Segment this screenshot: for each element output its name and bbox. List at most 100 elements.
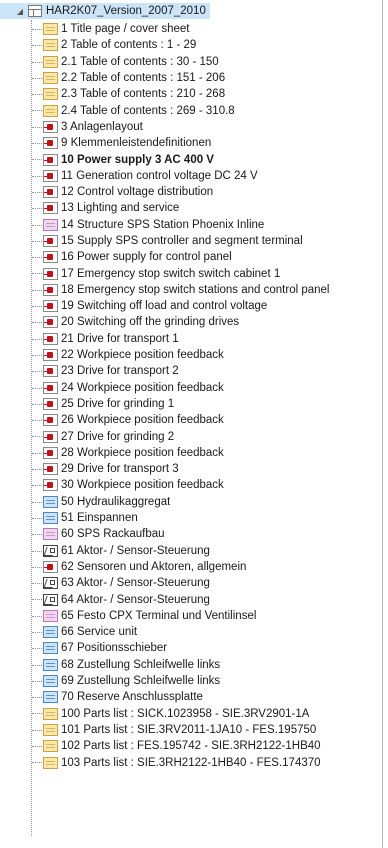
tree-item-label: 17 Emergency stop switch switch cabinet …	[61, 267, 281, 280]
tree-item[interactable]: 21 Drive for transport 1	[0, 331, 382, 347]
tree-root-label: HAR2K07_Version_2007_2010	[46, 5, 206, 17]
tree-item-label: 100 Parts list : SICK.1023958 - SIE.3RV2…	[61, 707, 310, 720]
tree-item-label: 70 Reserve Anschlussplatte	[61, 691, 203, 704]
tree-item[interactable]: 66 Service unit	[0, 624, 382, 640]
tree-branch-line	[32, 713, 42, 715]
schematic-page-icon	[43, 300, 58, 313]
tree-item-label: 2.4 Table of contents : 269 - 310.8	[61, 104, 235, 117]
tree-item[interactable]: 25 Drive for grinding 1	[0, 396, 382, 412]
tree-branch-line	[32, 485, 42, 487]
tree-item-label: 27 Drive for grinding 2	[61, 430, 175, 443]
schematic-page-icon	[43, 120, 58, 133]
tree-item-label: 65 Festo CPX Terminal und Ventilinsel	[61, 609, 257, 622]
tree-item[interactable]: 2.3 Table of contents : 210 - 268	[0, 86, 382, 102]
tree-branch-line	[32, 338, 42, 340]
tree-item[interactable]: 11 Generation control voltage DC 24 V	[0, 168, 382, 184]
tree-item[interactable]: 103 Parts list : SIE.3RH2122-1HB40 - FES…	[0, 754, 382, 770]
tree-item-label: 25 Drive for grinding 1	[61, 397, 175, 410]
tree-item[interactable]: 30 Workpiece position feedback	[0, 477, 382, 493]
schematic-page-icon	[43, 235, 58, 247]
tree-branch-line	[32, 631, 42, 633]
tree-item-label: 69 Zustellung Schleifwelle links	[61, 675, 221, 688]
tree-item[interactable]: 2.1 Table of contents : 30 - 150	[0, 54, 382, 70]
tree-item[interactable]: 3 Anlagenlayout	[0, 119, 382, 135]
tree-item[interactable]: 10 Power supply 3 AC 400 V	[0, 151, 382, 167]
graphic-page-icon	[43, 544, 58, 557]
tree-item[interactable]: 15 Supply SPS controller and segment ter…	[0, 233, 382, 249]
tree-item[interactable]: 100 Parts list : SICK.1023958 - SIE.3RV2…	[0, 705, 382, 721]
schematic-page-icon	[43, 560, 58, 573]
collapse-chevron-icon[interactable]: ◢	[14, 3, 26, 19]
tree-item-label: 26 Workpiece position feedback	[61, 414, 224, 427]
blue-page-icon	[43, 626, 58, 639]
yellow-page-icon	[43, 723, 58, 736]
tree-branch-line	[32, 501, 42, 503]
tree-item[interactable]: 68 Zustellung Schleifwelle links	[0, 657, 382, 673]
tree-item[interactable]: 16 Power supply for control panel	[0, 249, 382, 265]
tree-item[interactable]: 12 Control voltage distribution	[0, 184, 382, 200]
tree-item[interactable]: 50 Hydraulikaggregat	[0, 494, 382, 510]
tree-item[interactable]: 64 Aktor- / Sensor-Steuerung	[0, 591, 382, 607]
tree-item-label: 9 Klemmenleistendefinitionen	[61, 137, 212, 150]
tree-item-label: 22 Workpiece position feedback	[61, 349, 224, 362]
tree-item[interactable]: 18 Emergency stop switch stations and co…	[0, 282, 382, 298]
tree-item[interactable]: 23 Drive for transport 2	[0, 363, 382, 379]
tree-item[interactable]: 61 Aktor- / Sensor-Steuerung	[0, 543, 382, 559]
tree-item[interactable]: 2 Table of contents : 1 - 29	[0, 37, 382, 53]
tree-item[interactable]: 2.4 Table of contents : 269 - 310.8	[0, 102, 382, 118]
schematic-page-icon	[43, 446, 58, 459]
tree-item[interactable]: 26 Workpiece position feedback	[0, 412, 382, 428]
schematic-page-icon	[43, 316, 58, 329]
tree-branch-line	[32, 762, 42, 764]
schematic-page-icon	[43, 332, 58, 345]
tree-item-label: 24 Workpiece position feedback	[61, 381, 224, 394]
tree-item-label: 2.2 Table of contents : 151 - 206	[61, 72, 226, 85]
schematic-page-icon	[43, 349, 58, 362]
graphic-page-icon	[43, 593, 58, 606]
tree-item-label: 67 Positionsschieber	[61, 642, 168, 655]
tree-item[interactable]: 24 Workpiece position feedback	[0, 380, 382, 396]
tree-item-label: 51 Einspannen	[61, 512, 138, 525]
schematic-page-icon	[43, 463, 58, 476]
tree-item[interactable]: 27 Drive for grinding 2	[0, 428, 382, 444]
tree-item[interactable]: 22 Workpiece position feedback	[0, 347, 382, 363]
tree-item[interactable]: 102 Parts list : FES.195742 - SIE.3RH212…	[0, 738, 382, 754]
tree-branch-line	[32, 680, 42, 682]
tree-branch-line	[32, 354, 42, 356]
tree-item-label: 1 Title page / cover sheet	[61, 23, 190, 36]
tree-branch-line	[32, 387, 42, 389]
tree-item[interactable]: 62 Sensoren und Aktoren, allgemein	[0, 559, 382, 575]
schematic-page-icon	[43, 169, 58, 182]
tree-item-label: 61 Aktor- / Sensor-Steuerung	[61, 544, 210, 557]
tree-item[interactable]: 67 Positionsschieber	[0, 640, 382, 656]
tree-item[interactable]: 2.2 Table of contents : 151 - 206	[0, 70, 382, 86]
tree-item[interactable]: 29 Drive for transport 3	[0, 461, 382, 477]
tree-item-label: 30 Workpiece position feedback	[61, 479, 224, 492]
tree-item[interactable]: 28 Workpiece position feedback	[0, 445, 382, 461]
tree-item[interactable]: 19 Switching off load and control voltag…	[0, 298, 382, 314]
tree-item[interactable]: 1 Title page / cover sheet	[0, 21, 382, 37]
tree-root-project[interactable]: ◢ HAR2K07_Version_2007_2010	[0, 3, 210, 19]
tree-item[interactable]: 63 Aktor- / Sensor-Steuerung	[0, 575, 382, 591]
schematic-page-icon	[43, 267, 58, 280]
tree-branch-line	[32, 175, 42, 177]
tree-branch-line	[32, 550, 42, 552]
tree-item[interactable]: 13 Lighting and service	[0, 200, 382, 216]
tree-item-label: 10 Power supply 3 AC 400 V	[61, 153, 214, 166]
tree-item[interactable]: 70 Reserve Anschlussplatte	[0, 689, 382, 705]
tree-item[interactable]: 101 Parts list : SIE.3RV2011-1JA10 - FES…	[0, 722, 382, 738]
tree-item[interactable]: 20 Switching off the grinding drives	[0, 314, 382, 330]
tree-item[interactable]: 9 Klemmenleistendefinitionen	[0, 135, 382, 151]
blue-page-icon	[43, 495, 58, 508]
tree-item[interactable]: 69 Zustellung Schleifwelle links	[0, 673, 382, 689]
tree-item[interactable]: 51 Einspannen	[0, 510, 382, 526]
tree-item[interactable]: 65 Festo CPX Terminal und Ventilinsel	[0, 608, 382, 624]
tree-item[interactable]: 60 SPS Rackaufbau	[0, 526, 382, 542]
tree-item[interactable]: 17 Emergency stop switch switch cabinet …	[0, 265, 382, 281]
blue-page-icon	[43, 658, 58, 671]
tree-branch-line	[32, 126, 42, 128]
tree-item[interactable]: 14 Structure SPS Station Phoenix Inline	[0, 217, 382, 233]
tree-item-label: 68 Zustellung Schleifwelle links	[61, 658, 221, 671]
tree-branch-line	[32, 322, 42, 324]
yellow-page-icon	[43, 39, 58, 52]
